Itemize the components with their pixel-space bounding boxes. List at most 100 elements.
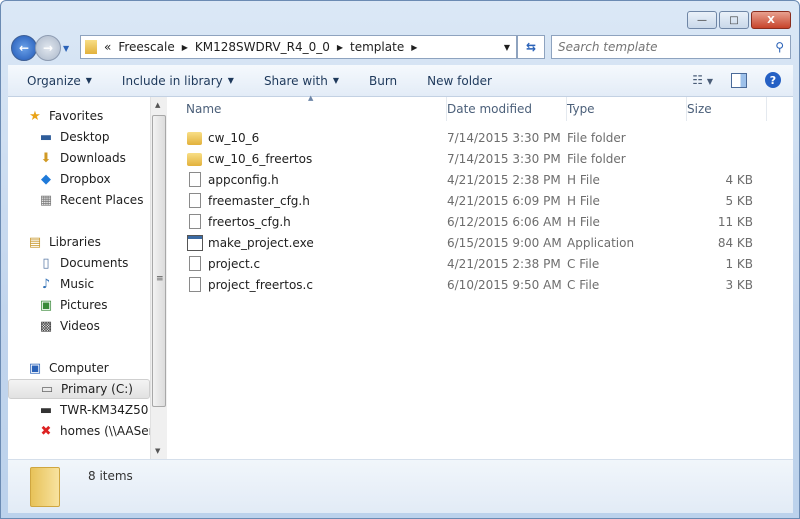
search-input[interactable] [558,40,758,54]
breadcrumb-km128[interactable]: KM128SWDRV_R4_0_0 [195,40,330,54]
videos-icon: ▩ [39,318,53,334]
file-row[interactable]: cw_10_6 7/14/2015 3:30 PM File folder [168,128,793,149]
column-header-type[interactable]: Type [567,97,687,121]
sidebar-item-computer[interactable]: ▣ Computer [8,358,150,378]
computer-icon: ▣ [28,360,42,376]
sidebar-item-desktop[interactable]: ▬ Desktop [8,127,150,147]
back-button[interactable]: ← [11,35,37,61]
chevron-right-icon[interactable]: ▶ [337,43,343,52]
file-type: File folder [567,152,626,166]
sidebar-item-pictures[interactable]: ▣ Pictures [8,295,150,315]
file-date: 7/14/2015 3:30 PM [447,152,561,166]
sidebar-item-label: Dropbox [60,172,111,186]
sidebar-item-favorites[interactable]: ★ Favorites [8,106,150,126]
file-icon [189,214,201,229]
navigation-pane: ★ Favorites ▬ Desktop ⬇ Downloads ◆ Dropbox ▦ Rec… [8,97,150,459]
burn-button[interactable]: Burn [369,74,397,88]
share-with-button[interactable]: Share with ▼ [264,74,339,88]
file-row[interactable]: appconfig.h 4/21/2015 2:38 PM H File 4 KB [168,170,793,191]
address-bar[interactable]: « Freescale ▶ KM128SWDRV_R4_0_0 ▶ template… [80,35,517,59]
search-box[interactable]: ⚲ [551,35,791,59]
refresh-button[interactable]: ⇆ [517,35,545,59]
sidebar-item-label: Pictures [60,298,108,312]
close-button[interactable]: X [751,11,791,29]
new-folder-button[interactable]: New folder [427,74,492,88]
navigation-scrollbar[interactable]: ▲ ≡ ▼ [150,97,167,459]
recent-places-icon: ▦ [39,192,53,208]
libraries-icon: ▤ [28,234,42,250]
file-name: appconfig.h [208,173,279,187]
type-header-label: Type [567,102,595,116]
change-view-button[interactable]: ☷ ▼ [692,73,713,87]
network-drive-disconnected-icon: ✖ [40,423,52,439]
file-date: 6/12/2015 6:06 AM [447,215,562,229]
file-icon [189,172,201,187]
file-row[interactable]: cw_10_6_freertos 7/14/2015 3:30 PM File fo… [168,149,793,170]
maximize-button[interactable]: □ [719,11,749,29]
sidebar-item-documents[interactable]: ▯ Documents [8,253,150,273]
removable-drive-icon: ▬ [39,402,53,418]
folder-icon [30,467,60,507]
sidebar-item-homes-aaserv[interactable]: ✖ homes (\\AAServ [8,421,150,441]
include-in-library-button[interactable]: Include in library ▼ [122,74,234,88]
file-type: Application [567,236,635,250]
sidebar-item-videos[interactable]: ▩ Videos [8,316,150,336]
file-name: cw_10_6 [208,131,260,145]
minimize-button[interactable]: — [687,11,717,29]
overflow-crumb[interactable]: « [104,40,111,54]
file-size: 84 KB [717,236,753,250]
file-icon [189,277,201,292]
help-button[interactable]: ? [765,72,781,88]
sidebar-item-label: TWR-KM34Z50 (E [60,403,150,417]
file-name: freemaster_cfg.h [208,194,310,208]
sidebar-item-recent-places[interactable]: ▦ Recent Places [8,190,150,210]
breadcrumb-freescale[interactable]: Freescale [118,40,174,54]
sidebar-item-twr-km34z50-e[interactable]: ▬ TWR-KM34Z50 (E [8,400,150,420]
scroll-down-icon[interactable]: ▼ [155,447,160,455]
downloads-icon: ⬇ [40,150,52,166]
address-dropdown-icon[interactable]: ▼ [504,43,510,52]
breadcrumb-template[interactable]: template [350,40,404,54]
sidebar-item-label: Primary (C:) [61,382,133,396]
sidebar-item-primary-c[interactable]: ▭ Primary (C:) [8,379,150,399]
item-count: 8 items [88,469,133,483]
file-row[interactable]: freemaster_cfg.h 4/21/2015 6:09 PM H File 5… [168,191,793,212]
sidebar-item-label: Downloads [60,151,126,165]
preview-pane-icon[interactable] [731,72,747,88]
sidebar-item-libraries[interactable]: ▤ Libraries [8,232,150,252]
sidebar-item-label: Documents [60,256,129,270]
sidebar-item-music[interactable]: ♪ Music [8,274,150,294]
organize-button[interactable]: Organize ▼ [27,74,92,88]
file-date: 6/15/2015 9:00 AM [447,236,562,250]
forward-button[interactable]: → [35,35,61,61]
file-type: H File [567,194,600,208]
sidebar-item-label: Videos [60,319,100,333]
sidebar-item-label: Favorites [49,109,104,123]
date-header-label: Date modified [447,102,533,116]
recent-pages-dropdown-icon[interactable]: ▼ [63,44,69,53]
file-type: H File [567,173,600,187]
file-row[interactable]: project.c 4/21/2015 2:38 PM C File 1 KB [168,254,793,275]
column-header-size[interactable]: Size [687,97,767,121]
chevron-right-icon[interactable]: ▶ [411,43,417,52]
sidebar-item-dropbox[interactable]: ◆ Dropbox [8,169,150,189]
file-row[interactable]: project_freertos.c 6/10/2015 9:50 AM C Fil… [168,275,793,296]
file-size: 11 KB [717,215,753,229]
sidebar-item-label: Music [60,277,95,291]
pictures-icon: ▣ [39,297,53,313]
file-name: cw_10_6_freertos [208,152,313,166]
file-size: 3 KB [725,278,753,292]
name-header-label: Name [186,102,222,116]
file-name: project_freertos.c [208,278,313,292]
file-type: File folder [567,131,626,145]
scroll-up-icon[interactable]: ▲ [155,101,160,109]
search-icon[interactable]: ⚲ [775,40,784,54]
column-header-date[interactable]: Date modified [447,97,567,121]
file-row[interactable]: freertos_cfg.h 6/12/2015 6:06 AM H File 11 … [168,212,793,233]
sidebar-item-downloads[interactable]: ⬇ Downloads [8,148,150,168]
column-header-name[interactable]: Name ▲ [168,94,447,121]
file-row[interactable]: make_project.exe 6/15/2015 9:00 AM Applica… [168,233,793,254]
chevron-right-icon[interactable]: ▶ [182,43,188,52]
star-icon: ★ [29,108,41,124]
scrollbar-thumb[interactable]: ≡ [152,115,166,407]
